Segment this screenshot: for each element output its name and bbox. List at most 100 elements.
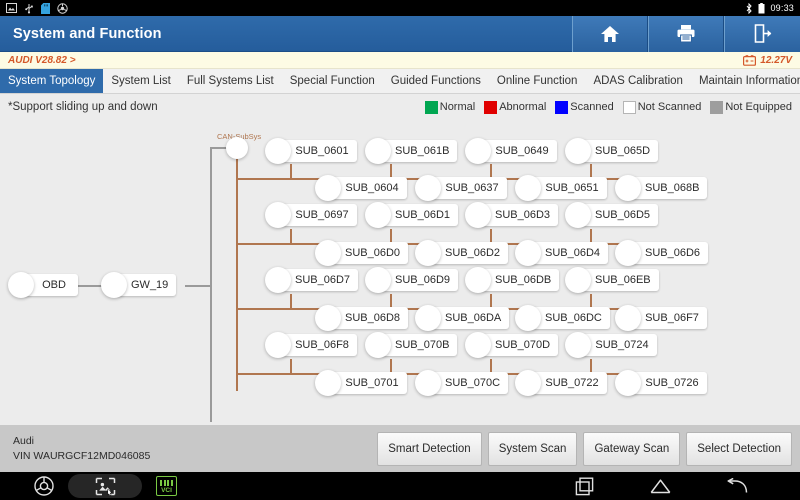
bluetooth-icon xyxy=(747,2,753,14)
tab-system-list[interactable]: System List xyxy=(103,69,178,93)
node-bulb[interactable] xyxy=(615,175,641,201)
nav-right-group xyxy=(575,477,800,496)
select-detection-button[interactable]: Select Detection xyxy=(686,431,792,466)
tab-system-topology[interactable]: System Topology xyxy=(0,69,104,93)
screenshot-capture-icon xyxy=(95,477,115,496)
node-bulb[interactable] xyxy=(365,332,391,358)
node-bulb[interactable] xyxy=(565,138,591,164)
tab-online-function[interactable]: Online Function xyxy=(489,69,586,93)
node-bulb[interactable] xyxy=(8,272,34,298)
node-bulb[interactable] xyxy=(365,202,391,228)
node-bulb[interactable] xyxy=(415,240,441,266)
node-bulb[interactable] xyxy=(515,240,541,266)
node-bulb[interactable] xyxy=(265,267,291,293)
title-bar-buttons xyxy=(572,15,800,52)
stub-up-d1 xyxy=(290,359,292,374)
node-bulb[interactable] xyxy=(265,138,291,164)
legend-label-normal: Normal xyxy=(439,101,476,113)
tab-full-systems-list[interactable]: Full Systems List xyxy=(179,69,282,93)
can-subsys-hub[interactable] xyxy=(226,137,248,159)
vehicle-version-bar: AUDI V28.82 > 12.27V xyxy=(0,52,800,69)
node-bulb[interactable] xyxy=(415,370,441,396)
voltage-value: 12.27V xyxy=(760,54,792,66)
vci-pins xyxy=(160,480,173,486)
node-label[interactable]: SUB_06DB xyxy=(479,269,560,291)
node-bulb-clipped[interactable] xyxy=(0,172,26,198)
battery-voltage-icon xyxy=(743,54,757,66)
node-bulb[interactable] xyxy=(615,240,641,266)
stub-up-b1 xyxy=(290,229,292,244)
node-bulb[interactable] xyxy=(415,305,441,331)
node-bulb[interactable] xyxy=(565,267,591,293)
status-left-icons xyxy=(0,2,68,14)
browser-icon[interactable] xyxy=(34,476,54,496)
sliding-hint: *Support sliding up and down xyxy=(8,101,158,113)
node-bulb[interactable] xyxy=(265,332,291,358)
node-bulb[interactable] xyxy=(565,332,591,358)
status-right-icons: 09:33 xyxy=(745,2,800,14)
screenshot-capture-button[interactable] xyxy=(68,474,142,498)
topology-canvas[interactable]: CAN-SubSys OBD GW_19 SUB_0601 SUB_061B S… xyxy=(0,120,800,425)
system-scan-button[interactable]: System Scan xyxy=(487,431,578,466)
legend-item-abnormal: Abnormal xyxy=(484,100,547,114)
smart-detection-button[interactable]: Smart Detection xyxy=(377,431,482,466)
vehicle-info-bar: Audi VIN WAURGCF12MD046085 Smart Detecti… xyxy=(0,425,800,472)
node-bulb[interactable] xyxy=(315,370,341,396)
legend-item-not-scanned: Not Scanned xyxy=(622,100,701,114)
status-clock: 09:33 xyxy=(770,3,794,13)
node-bulb[interactable] xyxy=(565,202,591,228)
app-title-bar: System and Function xyxy=(0,15,800,52)
node-bulb[interactable] xyxy=(315,240,341,266)
home-icon[interactable] xyxy=(650,478,671,495)
node-label[interactable]: SUB_06DA xyxy=(429,307,510,329)
app-root: 09:33 System and Function AUDI V28.82 > … xyxy=(0,0,800,500)
wire-trunk-vertical xyxy=(210,147,212,422)
exit-button[interactable] xyxy=(724,15,800,52)
node-bulb[interactable] xyxy=(465,202,491,228)
node-bulb[interactable] xyxy=(315,305,341,331)
node-bulb[interactable] xyxy=(101,272,127,298)
wire-gw-to-trunk xyxy=(185,285,211,287)
node-bulb[interactable] xyxy=(515,175,541,201)
node-bulb[interactable] xyxy=(615,370,641,396)
node-bulb[interactable] xyxy=(315,175,341,201)
vci-status-button[interactable]: VCI xyxy=(156,476,177,496)
node-bulb[interactable] xyxy=(615,305,641,331)
vehicle-vin: VIN WAURGCF12MD046085 xyxy=(13,450,151,462)
tab-guided-functions[interactable]: Guided Functions xyxy=(383,69,489,93)
gateway-scan-button[interactable]: Gateway Scan xyxy=(583,431,681,466)
node-label[interactable]: SUB_06DC xyxy=(529,307,610,329)
vci-link-icon xyxy=(57,2,68,14)
node-bulb[interactable] xyxy=(465,138,491,164)
printer-icon xyxy=(677,25,695,43)
tab-special-function[interactable]: Special Function xyxy=(282,69,383,93)
bus-spine-vertical xyxy=(236,148,238,391)
home-button[interactable] xyxy=(572,15,648,52)
vci-label: VCI xyxy=(161,487,172,494)
node-bulb[interactable] xyxy=(465,332,491,358)
node-bulb[interactable] xyxy=(265,202,291,228)
recents-icon[interactable] xyxy=(575,477,594,496)
tab-maintain-information[interactable]: Maintain Information xyxy=(691,69,800,93)
back-icon[interactable] xyxy=(727,477,748,495)
print-button[interactable] xyxy=(648,15,724,52)
node-bulb[interactable] xyxy=(515,305,541,331)
vehicle-version-link[interactable]: AUDI V28.82 > xyxy=(0,55,76,66)
node-bulb[interactable] xyxy=(415,175,441,201)
node-bulb[interactable] xyxy=(365,138,391,164)
node-bulb[interactable] xyxy=(365,267,391,293)
legend-swatch-not-scanned xyxy=(622,100,636,114)
android-status-bar: 09:33 xyxy=(0,0,800,16)
node-bulb-clipped[interactable] xyxy=(0,120,26,146)
node-bulb-clipped[interactable] xyxy=(0,198,26,224)
node-bulb-clipped[interactable] xyxy=(0,146,26,172)
node-bulb[interactable] xyxy=(465,267,491,293)
legend-swatch-normal xyxy=(424,100,438,114)
legend-label-abnormal: Abnormal xyxy=(499,101,547,113)
stub-up-c1 xyxy=(290,294,292,309)
exit-icon xyxy=(754,24,771,43)
vehicle-identity: Audi VIN WAURGCF12MD046085 xyxy=(0,435,150,462)
node-bulb[interactable] xyxy=(515,370,541,396)
tab-adas-calibration[interactable]: ADAS Calibration xyxy=(585,69,690,93)
home-icon xyxy=(601,25,619,42)
